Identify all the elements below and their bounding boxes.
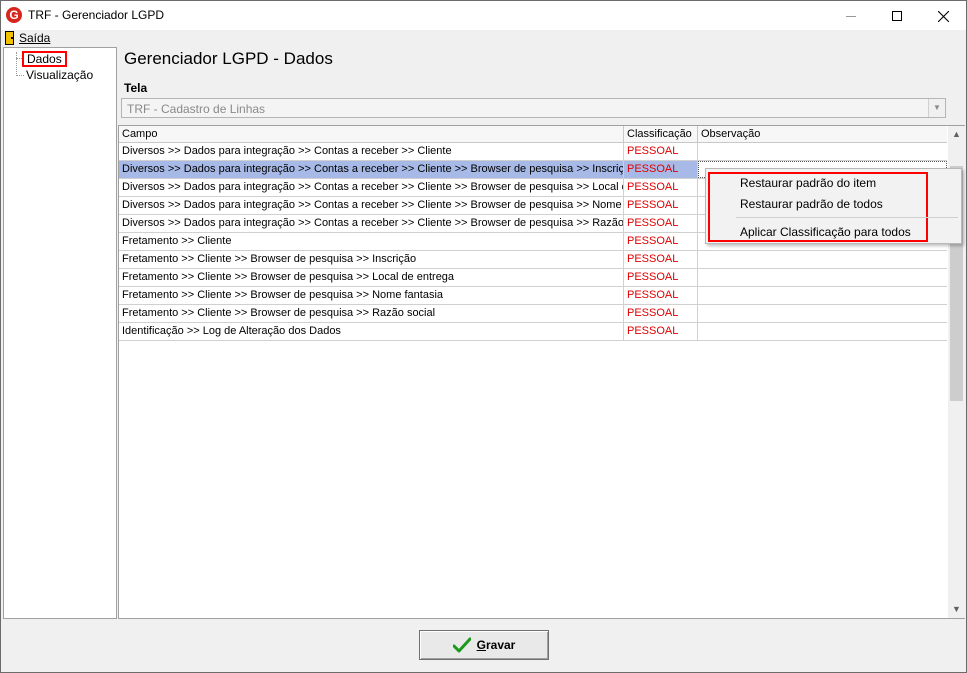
cell-campo[interactable]: Diversos >> Dados para integração >> Con…: [119, 215, 624, 232]
menu-item-restaurar-todos[interactable]: Restaurar padrão de todos: [740, 197, 883, 211]
cell-campo[interactable]: Identificação >> Log de Alteração dos Da…: [119, 323, 624, 340]
menu-saida[interactable]: Saída: [5, 30, 50, 46]
cell-classificacao[interactable]: PESSOAL: [624, 179, 698, 196]
table-row[interactable]: Fretamento >> Cliente >> Browser de pesq…: [119, 251, 947, 269]
navigation-tree: Dados Visualização: [3, 47, 117, 619]
cell-campo[interactable]: Diversos >> Dados para integração >> Con…: [119, 161, 624, 178]
cell-campo[interactable]: Diversos >> Dados para integração >> Con…: [119, 197, 624, 214]
tree-item-dados[interactable]: Dados: [22, 51, 67, 67]
cell-campo[interactable]: Diversos >> Dados para integração >> Con…: [119, 179, 624, 196]
cell-classificacao[interactable]: PESSOAL: [624, 323, 698, 340]
cell-observacao[interactable]: [698, 251, 947, 268]
check-icon: [452, 637, 471, 653]
close-icon: [937, 10, 949, 23]
scroll-down-arrow-icon[interactable]: ▼: [948, 601, 965, 618]
cell-campo[interactable]: Fretamento >> Cliente >> Browser de pesq…: [119, 305, 624, 322]
table-row[interactable]: Diversos >> Dados para integração >> Con…: [119, 143, 947, 161]
menu-item-aplicar-classificacao[interactable]: Aplicar Classificação para todos: [740, 225, 911, 239]
cell-classificacao[interactable]: PESSOAL: [624, 161, 698, 178]
cell-campo[interactable]: Diversos >> Dados para integração >> Con…: [119, 143, 624, 160]
cell-observacao[interactable]: [698, 269, 947, 286]
table-row[interactable]: Fretamento >> Cliente >> Browser de pesq…: [119, 287, 947, 305]
scroll-up-arrow-icon[interactable]: ▲: [948, 126, 965, 143]
cell-classificacao[interactable]: PESSOAL: [624, 197, 698, 214]
context-menu: Restaurar padrão do item Restaurar padrã…: [705, 168, 962, 244]
gravar-label: Gravar: [476, 638, 516, 652]
cell-classificacao[interactable]: PESSOAL: [624, 269, 698, 286]
tree-item-visualizacao[interactable]: Visualização: [26, 68, 93, 82]
cell-classificacao[interactable]: PESSOAL: [624, 305, 698, 322]
table-row[interactable]: Fretamento >> Cliente >> Browser de pesq…: [119, 269, 947, 287]
menu-bar: Saída: [1, 30, 966, 46]
cell-campo[interactable]: Fretamento >> Cliente >> Browser de pesq…: [119, 269, 624, 286]
menu-saida-label: Saída: [19, 31, 51, 45]
column-header-observacao[interactable]: Observação: [698, 126, 947, 143]
tree-connector: [16, 75, 24, 76]
tree-connector: [16, 52, 17, 76]
app-logo-icon: G: [6, 7, 22, 23]
cell-classificacao[interactable]: PESSOAL: [624, 287, 698, 304]
cell-observacao[interactable]: [698, 323, 947, 340]
column-header-campo[interactable]: Campo: [119, 126, 624, 143]
chevron-down-icon[interactable]: ▼: [928, 99, 945, 117]
minimize-icon: [846, 15, 856, 17]
gravar-button[interactable]: Gravar: [419, 630, 549, 660]
grid-header: Campo Classificação Observação: [119, 126, 947, 143]
window-title: TRF - Gerenciador LGPD: [28, 8, 165, 22]
tela-select-value: TRF - Cadastro de Linhas: [127, 102, 266, 116]
title-bar: G TRF - Gerenciador LGPD: [1, 1, 966, 30]
cell-classificacao[interactable]: PESSOAL: [624, 251, 698, 268]
cell-campo[interactable]: Fretamento >> Cliente >> Browser de pesq…: [119, 251, 624, 268]
door-icon: [5, 31, 14, 45]
cell-classificacao[interactable]: PESSOAL: [624, 233, 698, 250]
column-header-classificacao[interactable]: Classificação: [624, 126, 698, 143]
cell-campo[interactable]: Fretamento >> Cliente: [119, 233, 624, 250]
table-row[interactable]: Identificação >> Log de Alteração dos Da…: [119, 323, 947, 341]
menu-item-restaurar-item[interactable]: Restaurar padrão do item: [740, 176, 876, 190]
app-window: G TRF - Gerenciador LGPD Saída Dados Vis…: [0, 0, 967, 673]
menu-separator: [736, 217, 958, 218]
cell-classificacao[interactable]: PESSOAL: [624, 215, 698, 232]
cell-observacao[interactable]: [698, 287, 947, 304]
tela-select[interactable]: TRF - Cadastro de Linhas ▼: [121, 98, 946, 118]
cell-campo[interactable]: Fretamento >> Cliente >> Browser de pesq…: [119, 287, 624, 304]
cell-observacao[interactable]: [698, 305, 947, 322]
minimize-button[interactable]: [828, 1, 874, 30]
maximize-icon: [892, 11, 902, 22]
close-button[interactable]: [920, 1, 966, 30]
maximize-button[interactable]: [874, 1, 920, 30]
table-row[interactable]: Fretamento >> Cliente >> Browser de pesq…: [119, 305, 947, 323]
cell-classificacao[interactable]: PESSOAL: [624, 143, 698, 160]
page-title: Gerenciador LGPD - Dados: [124, 49, 333, 68]
tela-label: Tela: [124, 81, 148, 95]
cell-observacao[interactable]: [698, 143, 947, 160]
